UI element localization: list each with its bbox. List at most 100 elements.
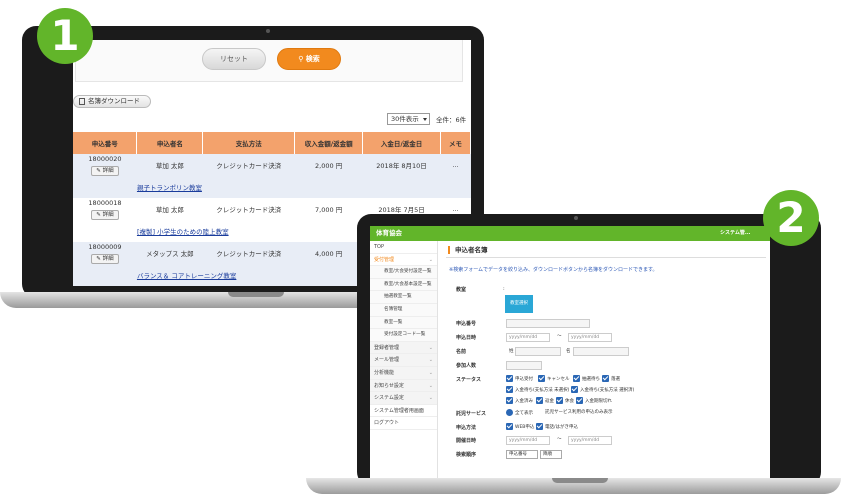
- detail-button[interactable]: ✎ 詳細: [90, 165, 119, 176]
- app-no-input[interactable]: [506, 319, 590, 328]
- event-date-to[interactable]: yyyy/mm/dd: [568, 436, 612, 445]
- status-option: キャンセル: [547, 377, 570, 382]
- radio-icon: [506, 409, 513, 416]
- sidebar-item[interactable]: 教室一覧: [370, 316, 437, 330]
- checkbox-icon: [536, 423, 543, 430]
- sort-order-select[interactable]: 降順: [540, 450, 562, 459]
- course-link[interactable]: バランス＆ コアトレーニング教室: [137, 272, 236, 280]
- service-radio[interactable]: 全て表示: [506, 409, 533, 418]
- sidebar-item-label: ログアウト: [374, 420, 400, 427]
- per-page-select[interactable]: 30件表示: [387, 113, 430, 125]
- col-amount: 収入金額/返金額: [294, 132, 364, 154]
- sidebar-item[interactable]: 教室/大会受付設定一覧: [370, 266, 437, 279]
- status-option: 抽選待ち: [582, 377, 600, 382]
- sidebar-item[interactable]: ログアウト: [370, 417, 437, 430]
- app-date-label: 申込日時: [456, 335, 477, 341]
- app-title: 体育協会: [376, 229, 402, 237]
- method-check[interactable]: 電話/はがき申込: [536, 423, 578, 432]
- col-date: 入金日/返金日: [362, 132, 441, 154]
- service-radio[interactable]: 託児サービス利用の申込のみ表示: [545, 409, 613, 417]
- sidebar-item[interactable]: お知らせ設定 ⌄: [370, 379, 437, 393]
- col-app-no: 申込番号: [73, 132, 138, 154]
- status-check[interactable]: 申込受付: [506, 375, 533, 384]
- status-option: 入金期限切れ: [585, 399, 612, 404]
- service-option: 託児サービス利用の申込のみ表示: [545, 410, 613, 415]
- app-date-from[interactable]: yyyy/mm/dd: [506, 333, 550, 342]
- reset-button[interactable]: リセット: [202, 48, 266, 70]
- detail-label: 詳細: [102, 167, 114, 174]
- sort-field-select[interactable]: 申込番号: [506, 450, 538, 459]
- status-check[interactable]: 入金待ち(支払方法 選択済): [571, 386, 634, 395]
- course-link[interactable]: [複製] 小学生のための陸上教室: [137, 228, 229, 236]
- sidebar-item-label: 抽選教室一覧: [384, 294, 412, 300]
- sidebar-item-label: 教室/大会受付設定一覧: [384, 269, 432, 275]
- class-label: 教室: [456, 287, 467, 293]
- course-link[interactable]: 親子トランポリン教室: [137, 184, 202, 192]
- status-check[interactable]: 落選: [602, 375, 620, 384]
- status-check[interactable]: 休会: [556, 397, 574, 406]
- memo-cell[interactable]: ...: [440, 154, 470, 176]
- sidebar-item[interactable]: TOP: [370, 241, 437, 254]
- sidebar-item-label: メール管理: [374, 357, 400, 364]
- method-option: 電話/はがき申込: [545, 425, 579, 430]
- checkbox-icon: [506, 375, 513, 382]
- table-header-row: 申込番号 申込者名 支払方法 収入金額/返金額 入金日/返金日 メモ: [73, 132, 471, 154]
- chevron-down-icon: ⌄: [428, 256, 433, 263]
- roster-download-button[interactable]: 名簿ダウンロード: [73, 95, 151, 108]
- laptop-1-camera: [266, 29, 270, 33]
- detail-label: 詳細: [102, 255, 114, 262]
- sidebar-item[interactable]: 分析機能 ⌄: [370, 366, 437, 380]
- payment-cell: クレジットカード決済: [216, 162, 282, 170]
- status-check[interactable]: 入金期限切れ: [576, 397, 612, 406]
- app-no-cell: 18000018 ✎ 詳細: [73, 198, 137, 220]
- laptop-2-notch: [552, 478, 608, 483]
- sidebar-item[interactable]: 登録者管理 ⌄: [370, 341, 437, 355]
- app-no: 18000018: [88, 198, 122, 207]
- detail-button[interactable]: ✎ 詳細: [90, 253, 119, 264]
- page-title: 申込者名簿: [448, 246, 488, 254]
- sei-label: 姓: [509, 349, 514, 354]
- detail-button[interactable]: ✎ 詳細: [90, 209, 119, 220]
- checkbox-icon: [506, 423, 513, 430]
- status-check[interactable]: 返金: [536, 397, 554, 406]
- participants-select[interactable]: [506, 361, 542, 370]
- sidebar-item[interactable]: システム設定 ⌄: [370, 392, 437, 405]
- status-check[interactable]: 入金済み: [506, 397, 533, 406]
- sidebar-item-label: 受付設定コード一覧: [384, 332, 426, 338]
- amount-cell: 2,000 円: [315, 162, 343, 170]
- chevron-down-icon: ⌄: [428, 382, 433, 389]
- status-check[interactable]: 抽選待ち: [573, 375, 600, 384]
- total-count: 全件：6件: [436, 116, 467, 124]
- search-button[interactable]: ⚲ 検索: [277, 48, 341, 70]
- sidebar-item[interactable]: 受付設定コード一覧: [370, 329, 437, 342]
- status-check[interactable]: キャンセル: [538, 375, 570, 384]
- method-check[interactable]: WEB申込: [506, 423, 534, 432]
- service-label: 託児サービス: [456, 411, 487, 417]
- sidebar-item[interactable]: メール管理 ⌄: [370, 354, 437, 367]
- sidebar: TOP 受付管理 ⌄ 教室/大会受付設定一覧教室/大会基本設定一覧抽選教室一覧名簿管理…: [370, 241, 438, 488]
- app-header: 体育協会 システム管...: [370, 226, 770, 241]
- status-option: 落選: [611, 377, 620, 382]
- system-admin-link[interactable]: システム管...: [720, 226, 751, 241]
- event-date-from[interactable]: yyyy/mm/dd: [506, 436, 550, 445]
- sidebar-item-label: 分析機能: [374, 369, 395, 376]
- mei-input[interactable]: [573, 347, 629, 356]
- laptop-2-camera: [574, 216, 578, 220]
- sidebar-item[interactable]: 教室/大会基本設定一覧: [370, 278, 437, 292]
- sei-input[interactable]: [515, 347, 561, 356]
- payment-cell: クレジットカード決済: [216, 250, 282, 258]
- class-select-button[interactable]: 教室選択: [505, 295, 533, 313]
- status-option: 返金: [545, 399, 554, 404]
- sidebar-item[interactable]: 名簿管理: [370, 303, 437, 317]
- search-panel: リセット ⚲ 検索: [75, 40, 463, 82]
- sidebar-item[interactable]: システム管理者用画面: [370, 405, 437, 418]
- app-date-to[interactable]: yyyy/mm/dd: [568, 333, 612, 342]
- chevron-down-icon: ⌄: [428, 344, 433, 351]
- status-check[interactable]: 入金待ち(支払方法 未選択): [506, 386, 569, 395]
- range-tilde: 〜: [557, 437, 562, 442]
- sidebar-item[interactable]: 抽選教室一覧: [370, 291, 437, 304]
- search-button-label: 検索: [305, 55, 320, 63]
- mei-label: 名: [566, 349, 571, 354]
- sidebar-item[interactable]: 受付管理 ⌄: [370, 254, 437, 267]
- col-payment: 支払方法: [202, 132, 296, 154]
